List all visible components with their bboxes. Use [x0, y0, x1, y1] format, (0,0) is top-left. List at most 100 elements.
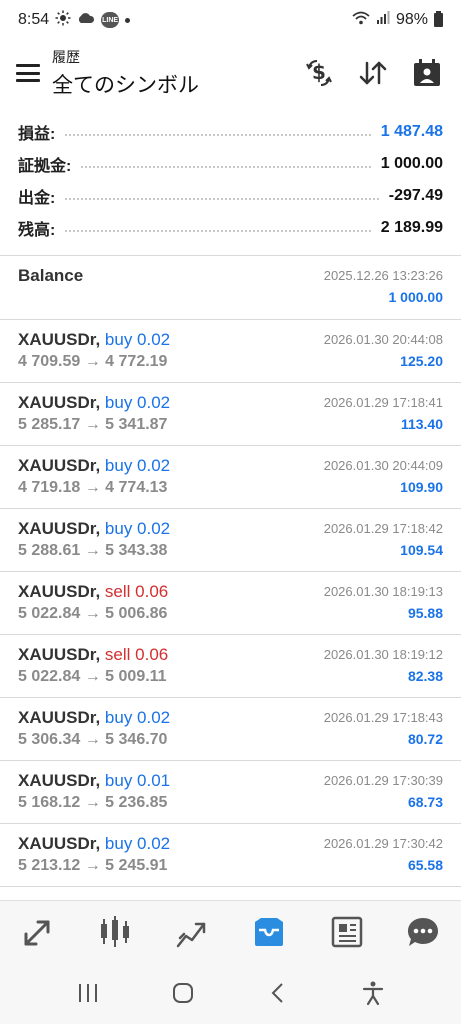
deposit-withdraw-button[interactable]: $	[301, 55, 337, 91]
deal-row[interactable]: XAUUSDr, sell 0.06 5 022.84 → 5 006.86 202…	[0, 572, 461, 635]
deal-profit: 68.73	[407, 794, 443, 810]
quotes-icon	[24, 920, 50, 945]
deal-prices: 5 022.84 → 5 009.11	[18, 668, 167, 685]
deal-row[interactable]: XAUUSDr, sell 0.06 5 022.84 → 5 009.11 202…	[0, 635, 461, 698]
deal-symbol: XAUUSDr,	[18, 834, 101, 853]
summary-value: 2 189.99	[380, 219, 443, 236]
deal-row[interactable]: XAUUSDr, buy 0.02 5 285.17 → 5 341.87 2026…	[0, 383, 461, 446]
nav-history[interactable]	[245, 908, 293, 956]
deal-side: buy 0.02	[104, 834, 171, 853]
calendar-person-icon	[414, 59, 440, 86]
home-icon	[172, 983, 193, 1003]
nav-chart[interactable]	[91, 908, 139, 956]
deal-row[interactable]: XAUUSDr, buy 0.01 5 168.12 → 5 236.85 2026…	[0, 761, 461, 824]
deal-row[interactable]: XAUUSDr, buy 0.02 5 213.12 → 5 245.91 2026…	[0, 824, 461, 887]
header-titles: 履歴 全てのシンボル	[52, 47, 199, 99]
leader-dots	[65, 198, 379, 200]
page-title[interactable]: 全てのシンボル	[52, 69, 199, 99]
deal-time: 2026.01.30 20:44:08	[323, 332, 443, 347]
deal-side: buy 0.02	[104, 330, 171, 349]
deal-profit: 65.58	[407, 857, 443, 873]
nav-chat[interactable]	[399, 908, 447, 956]
summary-row-margin: 証拠金: 1 000.00	[0, 148, 461, 180]
deal-symbol-line: XAUUSDr, buy 0.02	[18, 330, 324, 350]
deal-time: 2025.12.26 13:23:26	[323, 268, 443, 283]
calendar-filter-button[interactable]	[409, 55, 445, 91]
deal-row[interactable]: XAUUSDr, buy 0.02 4 719.18 → 4 774.13 2026…	[0, 446, 461, 509]
balance-entry-row[interactable]: Balance 2025.12.26 13:23:26 1 000.00	[0, 256, 461, 320]
notification-dot-icon	[125, 17, 131, 23]
deal-row[interactable]: XAUUSDr, buy 0.02 5 288.61 → 5 343.38 2026…	[0, 509, 461, 572]
sun-icon	[55, 10, 71, 31]
deal-symbol: XAUUSDr,	[18, 771, 101, 790]
balance-label: Balance	[18, 266, 84, 285]
deal-side: buy 0.01	[104, 771, 171, 790]
summary-row-balance: 残高: 2 189.99	[0, 212, 461, 244]
deal-symbol: XAUUSDr,	[18, 393, 101, 412]
deal-prices: 5 288.61 → 5 343.38	[18, 542, 168, 559]
deal-time: 2026.01.29 17:30:42	[323, 836, 443, 851]
battery-percent: 98%	[395, 11, 428, 28]
home-button[interactable]	[163, 973, 203, 1013]
nav-quotes[interactable]	[14, 908, 62, 956]
svg-text:$: $	[312, 60, 326, 84]
page-subtitle: 履歴	[52, 49, 80, 65]
back-button[interactable]	[258, 973, 298, 1013]
leader-dots	[81, 166, 371, 168]
chart-icon	[101, 915, 130, 947]
nav-trade[interactable]	[168, 908, 216, 956]
status-time: 8:54	[18, 11, 50, 28]
deal-prices: 5 306.34 → 5 346.70	[18, 731, 168, 748]
deal-row[interactable]: XAUUSDr, buy 0.02 5 306.34 → 5 346.70 2026…	[0, 698, 461, 761]
signal-icon	[376, 11, 390, 29]
summary-value: 1 000.00	[380, 155, 443, 172]
deal-symbol: XAUUSDr,	[18, 519, 101, 538]
deal-side: sell 0.06	[104, 582, 169, 601]
nav-news[interactable]	[322, 908, 370, 956]
history-icon	[254, 917, 283, 946]
deal-time: 2026.01.29 17:30:39	[323, 773, 443, 788]
deal-prices: 5 022.84 → 5 006.86	[18, 605, 168, 622]
deal-row[interactable]: XAUUSDr, buy 0.02 4 709.59 → 4 772.19 2026…	[0, 320, 461, 383]
deal-symbol-line: XAUUSDr, buy 0.02	[18, 519, 324, 539]
history-list[interactable]: Balance 2025.12.26 13:23:26 1 000.00 XAU…	[0, 256, 461, 887]
news-icon	[331, 916, 362, 947]
deal-side: buy 0.02	[104, 393, 171, 412]
deal-symbol: XAUUSDr,	[18, 456, 101, 475]
cloud-icon	[77, 11, 95, 29]
deal-profit: 125.20	[400, 353, 443, 369]
menu-button[interactable]	[0, 45, 56, 101]
accessibility-icon	[363, 981, 384, 1006]
accessibility-button[interactable]	[353, 973, 393, 1013]
system-navigation	[0, 962, 461, 1024]
sort-arrows-icon	[359, 61, 387, 85]
dollar-exchange-icon: $	[306, 60, 332, 86]
deal-profit: 1 000.00	[388, 289, 444, 305]
status-bar: 8:54 LINE 98%	[0, 0, 461, 40]
wifi-icon	[352, 11, 370, 30]
summary-section: 損益: 1 487.48 証拠金: 1 000.00 出金: -297.49 残…	[0, 116, 461, 244]
deal-time: 2026.01.30 20:44:09	[323, 458, 443, 473]
deal-symbol-line: XAUUSDr, sell 0.06	[18, 645, 324, 665]
line-app-icon: LINE	[101, 12, 120, 28]
deal-symbol: XAUUSDr,	[18, 582, 101, 601]
deal-side: buy 0.02	[104, 456, 171, 475]
deal-symbol-line: XAUUSDr, sell 0.06	[18, 582, 324, 602]
app-bar: 履歴 全てのシンボル $	[0, 42, 461, 104]
summary-label: 残高:	[18, 222, 56, 239]
deal-side: buy 0.02	[104, 519, 171, 538]
back-icon	[271, 983, 283, 1003]
sort-button[interactable]	[355, 55, 391, 91]
hamburger-icon	[16, 64, 40, 82]
deal-prices: 5 285.17 → 5 341.87	[18, 416, 168, 433]
deal-prices: 5 213.12 → 5 245.91	[18, 857, 168, 874]
deal-symbol-line: XAUUSDr, buy 0.02	[18, 708, 324, 728]
summary-label: 損益:	[18, 126, 56, 143]
summary-row-profit: 損益: 1 487.48	[0, 116, 461, 148]
summary-value: -297.49	[388, 187, 443, 204]
deal-profit: 80.72	[407, 731, 443, 747]
deal-profit: 82.38	[407, 668, 443, 684]
recent-apps-button[interactable]	[68, 973, 108, 1013]
deal-symbol-line: XAUUSDr, buy 0.02	[18, 456, 324, 476]
summary-label: 出金:	[18, 190, 56, 207]
